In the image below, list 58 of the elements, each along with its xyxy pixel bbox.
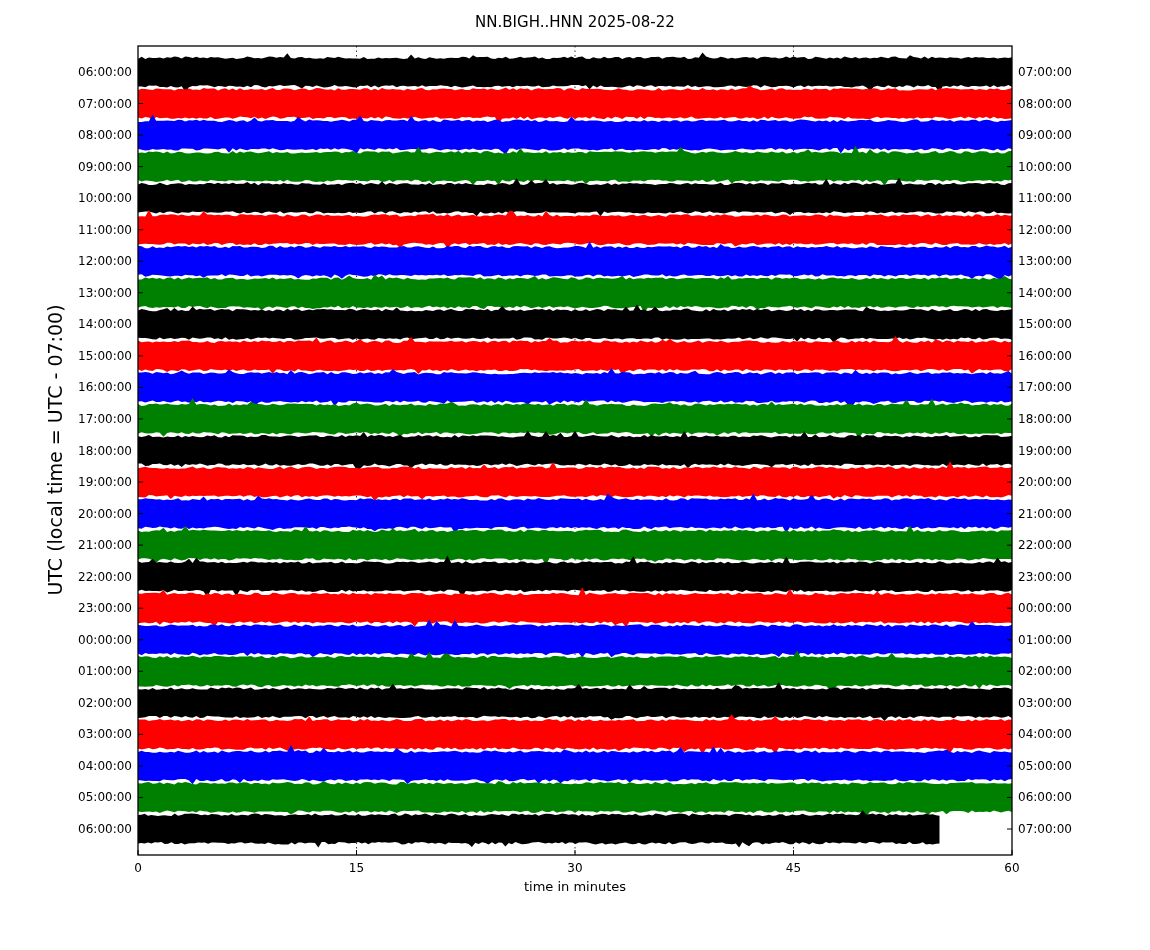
tick-label: 45	[785, 861, 802, 875]
tick-label: 30	[567, 861, 583, 875]
tick-label: 22:00:00	[1018, 538, 1072, 553]
tick-label: 15:00:00	[78, 348, 132, 363]
tick-label: 07:00:00	[78, 96, 132, 111]
tick-label: 18:00:00	[1018, 411, 1072, 426]
tick-label: 08:00:00	[1018, 96, 1072, 111]
tick-label: 13:00:00	[78, 285, 132, 300]
tick-label: 23:00:00	[1018, 569, 1072, 584]
tick-label: 05:00:00	[1018, 758, 1072, 773]
tick-label: 00:00:00	[1018, 601, 1072, 616]
tick-label: 19:00:00	[78, 475, 132, 490]
tick-label: 0	[134, 861, 142, 875]
tick-label: 60	[1004, 861, 1020, 875]
tick-label: 06:00:00	[1018, 790, 1072, 805]
tick-label: 22:00:00	[78, 569, 132, 584]
tick-label: 02:00:00	[78, 695, 132, 710]
tick-label: 16:00:00	[78, 380, 132, 395]
tick-label: 21:00:00	[78, 538, 132, 553]
tick-label: 02:00:00	[1018, 664, 1072, 679]
chart-title: NN.BIGH..HNN 2025-08-22	[475, 13, 675, 31]
tick-label: 07:00:00	[1018, 65, 1072, 79]
tick-label: 23:00:00	[78, 601, 132, 616]
tick-label: 10:00:00	[1018, 159, 1072, 174]
tick-label: 10:00:00	[78, 191, 132, 206]
tick-label: 11:00:00	[1018, 191, 1072, 206]
tick-label: 12:00:00	[78, 254, 132, 269]
tick-label: 15:00:00	[1018, 317, 1072, 332]
tick-label: 13:00:00	[1018, 254, 1072, 269]
tick-label: 04:00:00	[1018, 727, 1072, 742]
tick-label: 15	[348, 861, 365, 875]
tick-label: 03:00:00	[78, 727, 132, 742]
tick-label: 01:00:00	[78, 664, 132, 679]
tick-label: 20:00:00	[78, 506, 132, 521]
tick-label: 08:00:00	[78, 128, 132, 143]
tick-label: 20:00:00	[1018, 475, 1072, 490]
tick-label: 11:00:00	[78, 222, 132, 237]
tick-label: 17:00:00	[1018, 380, 1072, 395]
tick-label: 09:00:00	[78, 159, 132, 174]
tick-label: 14:00:00	[78, 317, 132, 332]
tick-label: 05:00:00	[78, 790, 132, 805]
tick-label: 09:00:00	[1018, 128, 1072, 143]
tick-label: 07:00:00	[1018, 822, 1072, 836]
tick-label: 12:00:00	[1018, 222, 1072, 237]
tick-label: 06:00:00	[78, 65, 132, 79]
tick-label: 00:00:00	[78, 632, 132, 647]
tick-label: 16:00:00	[1018, 348, 1072, 363]
tick-label: 14:00:00	[1018, 285, 1072, 300]
tick-label: 17:00:00	[78, 411, 132, 426]
x-axis-label: time in minutes	[523, 879, 627, 894]
tick-label: 21:00:00	[1018, 506, 1072, 521]
y-axis-label: UTC (local time = UTC - 07:00)	[44, 304, 66, 596]
tick-label: 04:00:00	[78, 758, 132, 773]
tick-label: 06:00:00	[78, 822, 132, 836]
tick-label: 01:00:00	[1018, 632, 1072, 647]
tick-label: 03:00:00	[1018, 695, 1072, 710]
tick-label: 19:00:00	[1018, 443, 1072, 458]
tick-label: 18:00:00	[78, 443, 132, 458]
